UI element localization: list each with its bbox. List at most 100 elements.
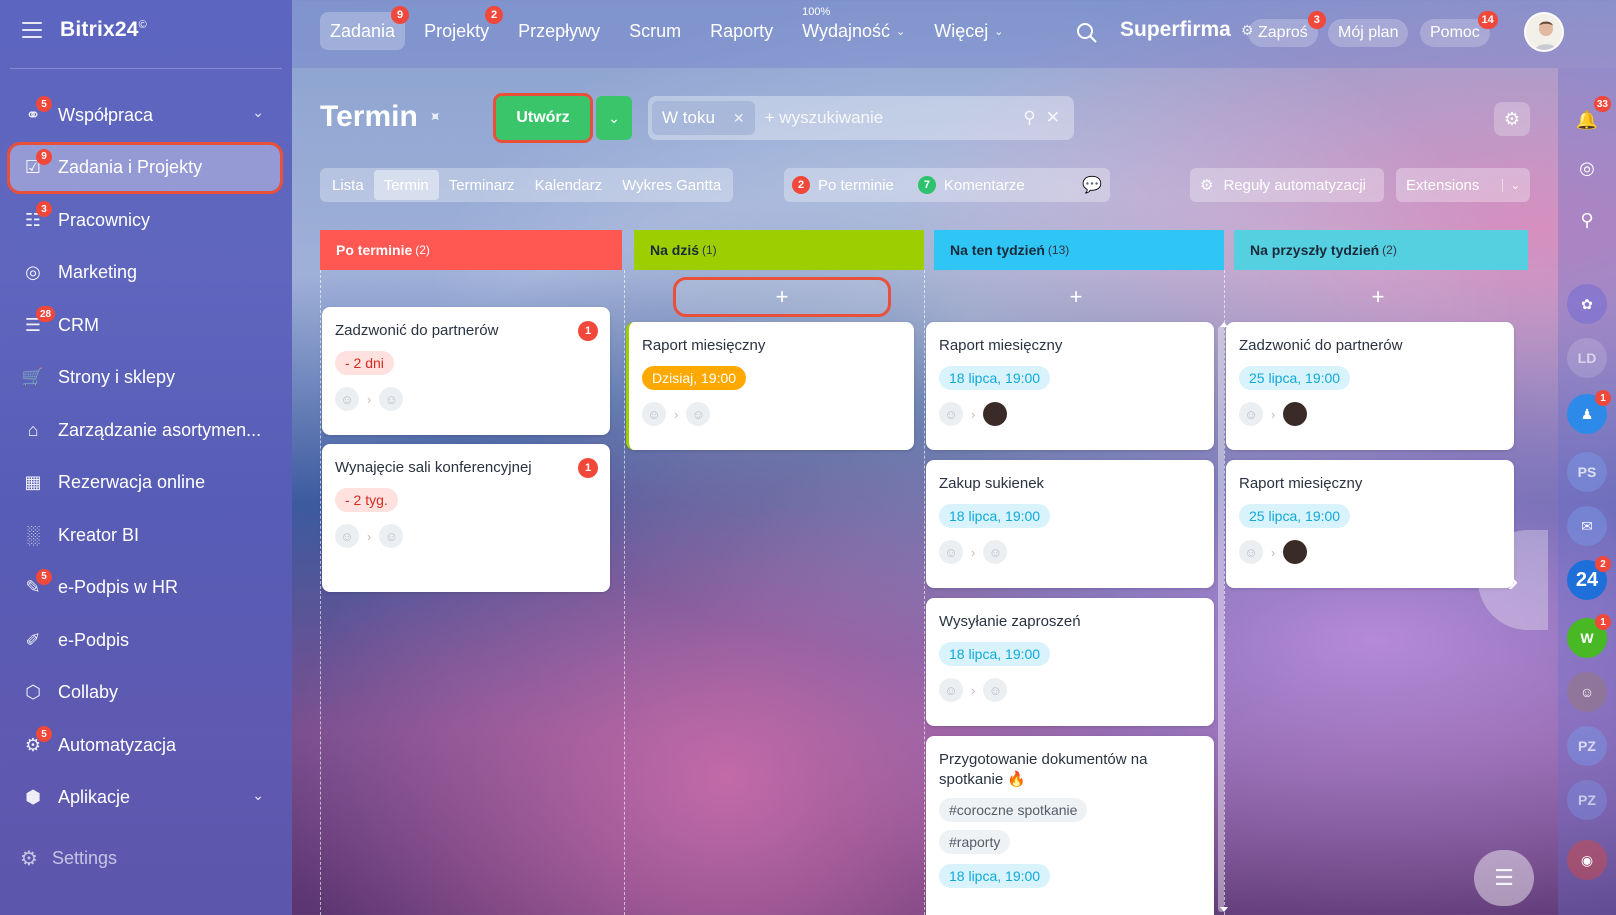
sidebar-item-employees[interactable]: ☷ 3 Pracownicy (10, 197, 280, 243)
creator-avatar[interactable]: ☺ (939, 678, 963, 702)
sidebar-item-automation[interactable]: ⚙ 5 Automatyzacja (10, 722, 280, 768)
automation-rules-button[interactable]: ⚙ Reguły automatyzacji (1190, 168, 1384, 202)
card-title[interactable]: Wysyłanie zaproszeń (939, 612, 1201, 632)
rail-avatar-pz[interactable]: PZ (1567, 726, 1607, 766)
assignee-avatar[interactable] (1283, 402, 1308, 426)
creator-avatar[interactable]: ☺ (335, 387, 359, 411)
rail-avatar-photo[interactable]: ☺ (1567, 672, 1607, 712)
invite-button[interactable]: Zaproś 3 (1248, 11, 1326, 47)
rail-search-button[interactable]: ⚲ (1567, 200, 1607, 240)
assignee-avatar[interactable]: ☺ (379, 387, 404, 411)
column-header-overdue[interactable]: Po terminie (2) (320, 230, 622, 270)
assignee-avatar[interactable] (983, 402, 1008, 426)
task-card[interactable]: Raport miesięczny 25 lipca, 19:00 ☺ › (1226, 460, 1514, 588)
view-tab-gantt[interactable]: Wykres Gantta (612, 170, 731, 200)
card-deadline[interactable]: - 2 tyg. (335, 488, 398, 512)
creator-avatar[interactable]: ☺ (1239, 402, 1263, 426)
column-header-today[interactable]: Na dziś (1) (634, 230, 924, 270)
sidebar-item-wspolpraca[interactable]: ⚭ 5 Współpraca ⌄ (10, 92, 280, 138)
rail-avatar-ld[interactable]: LD (1567, 338, 1607, 378)
sidebar-item-sites-stores[interactable]: 🛒 Strony i sklepy (10, 355, 280, 401)
clear-icon[interactable]: ✕ (1046, 108, 1060, 128)
rail-avatar-pz-2[interactable]: PZ (1567, 780, 1607, 820)
assignee-avatar[interactable]: ☺ (983, 678, 1008, 702)
rail-chat-button[interactable]: ✉ (1567, 506, 1607, 546)
card-title[interactable]: Zakup sukienek (939, 474, 1201, 494)
view-tab-deadline[interactable]: Termin (373, 170, 439, 200)
creator-avatar[interactable]: ☺ (642, 402, 666, 426)
card-deadline[interactable]: 25 lipca, 19:00 (1239, 366, 1351, 390)
column-header-this-week[interactable]: Na ten tydzień (13) (934, 230, 1224, 270)
sidebar-item-bi-builder[interactable]: ░ Kreator BI (10, 512, 280, 558)
counter-overdue[interactable]: 2 Po terminie (792, 176, 894, 194)
search-icon[interactable] (1076, 22, 1098, 44)
creator-avatar[interactable]: ☺ (939, 540, 963, 564)
card-title[interactable]: Zadzwonić do partnerów (1239, 336, 1501, 356)
notifications-button[interactable]: 🔔 33 (1567, 96, 1611, 140)
sidebar-item-inventory[interactable]: ⌂ Zarządzanie asortymen... (10, 407, 280, 453)
sidebar-item-esign-hr[interactable]: ✎ 5 e-Podpis w HR (10, 565, 280, 611)
tab-more[interactable]: Więcej ⌄ (924, 12, 1013, 50)
sidebar-item-crm[interactable]: ☰ 28 CRM (10, 302, 280, 348)
extensions-button[interactable]: Extensions ⌄ (1396, 168, 1530, 202)
filter-chip[interactable]: W toku ✕ (652, 101, 755, 135)
creator-avatar[interactable]: ☺ (335, 524, 359, 548)
card-deadline[interactable]: 18 lipca, 19:00 (939, 642, 1051, 666)
card-title[interactable]: Raport miesięczny (642, 336, 901, 356)
settings-gear-button[interactable]: ⚙ (1494, 102, 1530, 136)
tab-projects[interactable]: Projekty 2 (414, 6, 504, 50)
add-task-button[interactable]: + (1272, 280, 1484, 314)
comment-check-icon[interactable]: 💬 (1082, 175, 1102, 195)
card-title[interactable]: Wynajęcie sali konferencyjnej (335, 458, 597, 478)
counter-comments[interactable]: 7 Komentarze (917, 176, 1025, 194)
assignee-avatar[interactable]: ☺ (983, 540, 1008, 564)
app-logo[interactable]: Bitrix24© (60, 18, 147, 42)
sidebar-item-booking[interactable]: ▦ Rezerwacja online (10, 460, 280, 506)
add-task-button[interactable]: + (970, 280, 1182, 314)
card-title[interactable]: Zadzwonić do partnerów (335, 321, 597, 341)
sidebar-item-tasks-projects[interactable]: ☑ 9 Zadania i Projekty (7, 141, 283, 194)
view-tab-planner[interactable]: Terminarz (439, 170, 525, 200)
tab-efficiency[interactable]: 100% Wydajność ⌄ (792, 6, 915, 50)
tab-flows[interactable]: Przepływy (508, 12, 610, 50)
sidebar-item-apps[interactable]: ⬢ Aplikacje ⌄ (10, 775, 280, 821)
rail-copilot-button[interactable]: ✿ (1567, 284, 1607, 324)
rail-target-button[interactable]: ◎ (1567, 148, 1607, 188)
card-deadline[interactable]: 25 lipca, 19:00 (1239, 504, 1351, 528)
company-name[interactable]: Superfirma ⚙ (1120, 18, 1253, 42)
rail-bitrix24-chat[interactable]: 24 2 (1567, 556, 1611, 600)
card-deadline[interactable]: 18 lipca, 19:00 (939, 366, 1051, 390)
card-deadline[interactable]: - 2 dni (335, 351, 394, 375)
sidebar-item-collaby[interactable]: ⬡ Collaby (10, 670, 280, 716)
task-card[interactable]: Raport miesięczny 18 lipca, 19:00 ☺ › (926, 322, 1214, 450)
task-card[interactable]: Wynajęcie sali konferencyjnej 1 - 2 tyg.… (322, 444, 610, 592)
task-card[interactable]: Zadzwonić do partnerów 1 - 2 dni ☺ › ☺ (322, 307, 610, 435)
rail-group-chat[interactable]: ♟ 1 (1567, 390, 1611, 434)
assignee-avatar[interactable]: ☺ (379, 524, 404, 548)
task-card[interactable]: Przygotowanie dokumentów na spotkanie 🔥 … (926, 736, 1214, 915)
creator-avatar[interactable]: ☺ (939, 402, 963, 426)
rail-video-button[interactable]: ◉ (1567, 840, 1607, 880)
task-card[interactable]: Raport miesięczny Dzisiaj, 19:00 ☺ › ☺ (626, 322, 914, 450)
user-avatar[interactable] (1524, 12, 1564, 52)
menu-icon[interactable] (22, 22, 42, 38)
create-dropdown-button[interactable]: ⌄ (596, 96, 632, 140)
card-title[interactable]: Przygotowanie dokumentów na spotkanie 🔥 (939, 750, 1201, 790)
add-task-button[interactable]: + (673, 277, 891, 317)
card-tag[interactable]: #coroczne spotkanie (939, 798, 1088, 822)
tab-tasks[interactable]: Zadania 9 (320, 6, 410, 50)
view-tab-calendar[interactable]: Kalendarz (525, 170, 613, 200)
view-tab-list[interactable]: Lista (322, 170, 374, 200)
card-deadline[interactable]: Dzisiaj, 19:00 (642, 366, 747, 390)
card-title[interactable]: Raport miesięczny (939, 336, 1201, 356)
filter-search-box[interactable]: W toku ✕ + wyszukiwanie ⚲ ✕ (648, 96, 1074, 140)
help-button[interactable]: Pomoc 14 (1420, 11, 1498, 47)
sidebar-item-marketing[interactable]: ◎ Marketing (10, 250, 280, 296)
search-icon[interactable]: ⚲ (1023, 108, 1035, 128)
assignee-avatar[interactable] (1283, 540, 1308, 564)
creator-avatar[interactable]: ☺ (1239, 540, 1263, 564)
assignee-avatar[interactable]: ☺ (686, 402, 711, 426)
sidebar-item-esign[interactable]: ✐ e-Podpis (10, 617, 280, 663)
rail-avatar-ps[interactable]: PS (1567, 452, 1607, 492)
column-header-next-week[interactable]: Na przyszły tydzień (2) (1234, 230, 1528, 270)
